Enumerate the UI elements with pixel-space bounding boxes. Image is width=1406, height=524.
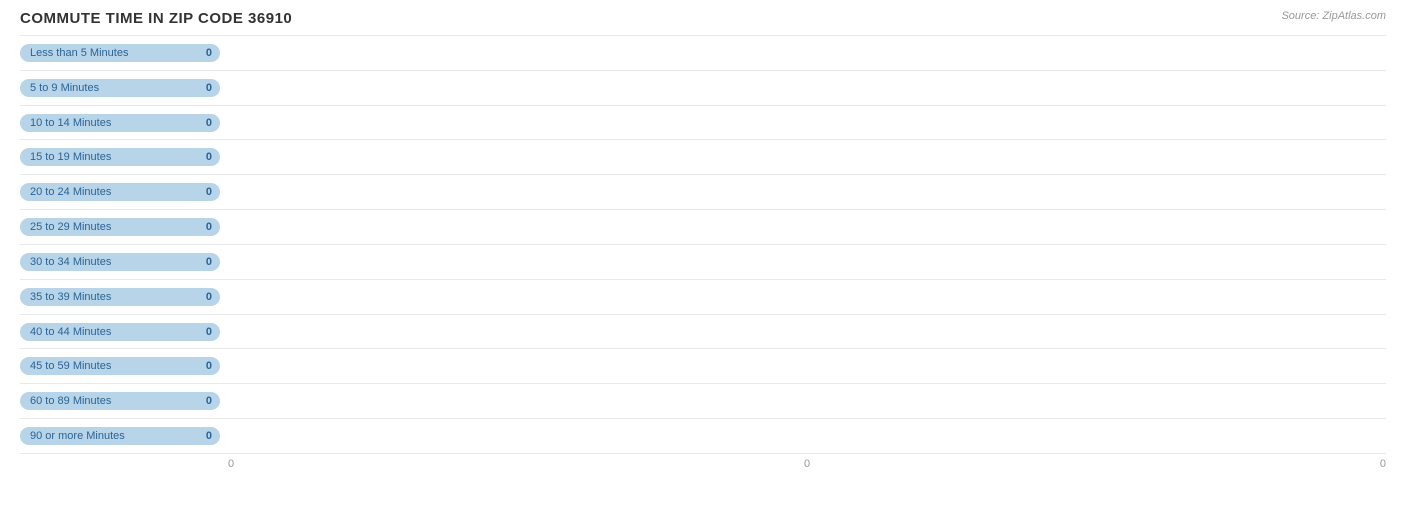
bar-track [228,177,1386,207]
bar-label: 20 to 24 Minutes [30,186,111,198]
bar-label: 15 to 19 Minutes [30,151,111,163]
bar-value: 0 [206,186,212,198]
bar-row: 30 to 34 Minutes 0 [20,245,1386,280]
label-pill: 25 to 29 Minutes 0 [20,218,220,236]
bar-track [228,142,1386,172]
label-pill: 40 to 44 Minutes 0 [20,323,220,341]
bar-row: 15 to 19 Minutes 0 [20,140,1386,175]
bar-value: 0 [206,47,212,59]
bar-track [228,386,1386,416]
bar-value: 0 [206,151,212,163]
chart-container: COMMUTE TIME IN ZIP CODE 36910 Source: Z… [0,0,1406,524]
bar-value: 0 [206,360,212,372]
bar-row: 5 to 9 Minutes 0 [20,71,1386,106]
bar-label: 35 to 39 Minutes [30,291,111,303]
bar-value: 0 [206,326,212,338]
bar-label: 10 to 14 Minutes [30,117,111,129]
bar-value: 0 [206,256,212,268]
bar-row: 40 to 44 Minutes 0 [20,315,1386,350]
bar-row: 35 to 39 Minutes 0 [20,280,1386,315]
label-pill: 20 to 24 Minutes 0 [20,183,220,201]
bar-value: 0 [206,395,212,407]
x-tick: 0 [804,458,810,470]
x-tick: 0 [228,458,234,470]
chart-area: Less than 5 Minutes05 to 9 Minutes010 to… [20,35,1386,454]
label-pill: 45 to 59 Minutes 0 [20,357,220,375]
label-pill: 30 to 34 Minutes 0 [20,253,220,271]
bar-row: Less than 5 Minutes 0 [20,35,1386,71]
bar-row: 25 to 29 Minutes 0 [20,210,1386,245]
bar-value: 0 [206,430,212,442]
bar-row: 10 to 14 Minutes 0 [20,106,1386,141]
bar-track [228,317,1386,347]
bar-label: 25 to 29 Minutes [30,221,111,233]
label-pill: 35 to 39 Minutes 0 [20,288,220,306]
bar-track [228,73,1386,103]
x-tick: 0 [1380,458,1386,470]
label-pill: 60 to 89 Minutes 0 [20,392,220,410]
bar-label: 5 to 9 Minutes [30,82,99,94]
bar-track [228,421,1386,451]
label-pill: 90 or more Minutes 0 [20,427,220,445]
bar-label: 30 to 34 Minutes [30,256,111,268]
bar-row: 45 to 59 Minutes 0 [20,349,1386,384]
bar-label: 60 to 89 Minutes [30,395,111,407]
x-axis: 0 0 0 [20,458,1386,470]
bar-value: 0 [206,117,212,129]
label-pill: 15 to 19 Minutes 0 [20,148,220,166]
bar-value: 0 [206,82,212,94]
bar-track [228,351,1386,381]
source-label: Source: ZipAtlas.com [1281,10,1386,22]
bar-track [228,247,1386,277]
bar-track [228,108,1386,138]
bar-value: 0 [206,221,212,233]
label-pill: 5 to 9 Minutes 0 [20,79,220,97]
bar-label: Less than 5 Minutes [30,47,128,59]
bar-row: 60 to 89 Minutes 0 [20,384,1386,419]
bar-row: 90 or more Minutes 0 [20,419,1386,454]
bar-label: 45 to 59 Minutes [30,360,111,372]
label-pill: 10 to 14 Minutes 0 [20,114,220,132]
bar-label: 90 or more Minutes [30,430,125,442]
chart-title: COMMUTE TIME IN ZIP CODE 36910 [20,10,1386,27]
bar-track [228,38,1386,68]
bar-row: 20 to 24 Minutes 0 [20,175,1386,210]
label-pill: Less than 5 Minutes 0 [20,44,220,62]
bar-track [228,282,1386,312]
bar-label: 40 to 44 Minutes [30,326,111,338]
bar-value: 0 [206,291,212,303]
bar-track [228,212,1386,242]
